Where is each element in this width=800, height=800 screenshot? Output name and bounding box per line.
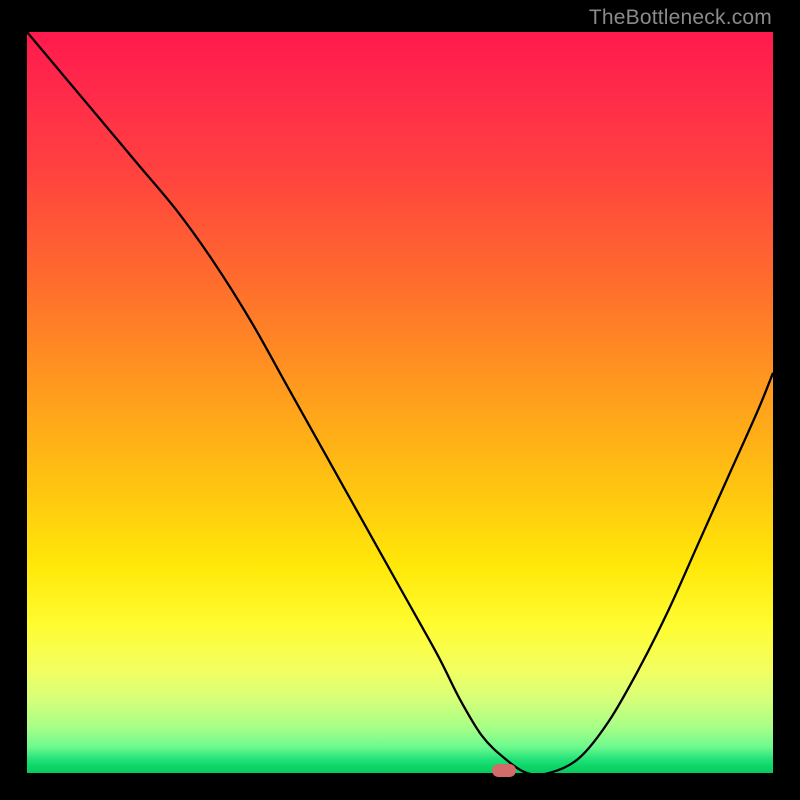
watermark-text: TheBottleneck.com xyxy=(589,6,772,30)
plot-area xyxy=(27,32,773,773)
optimal-marker xyxy=(492,764,516,777)
chart-frame: TheBottleneck.com xyxy=(0,0,800,800)
